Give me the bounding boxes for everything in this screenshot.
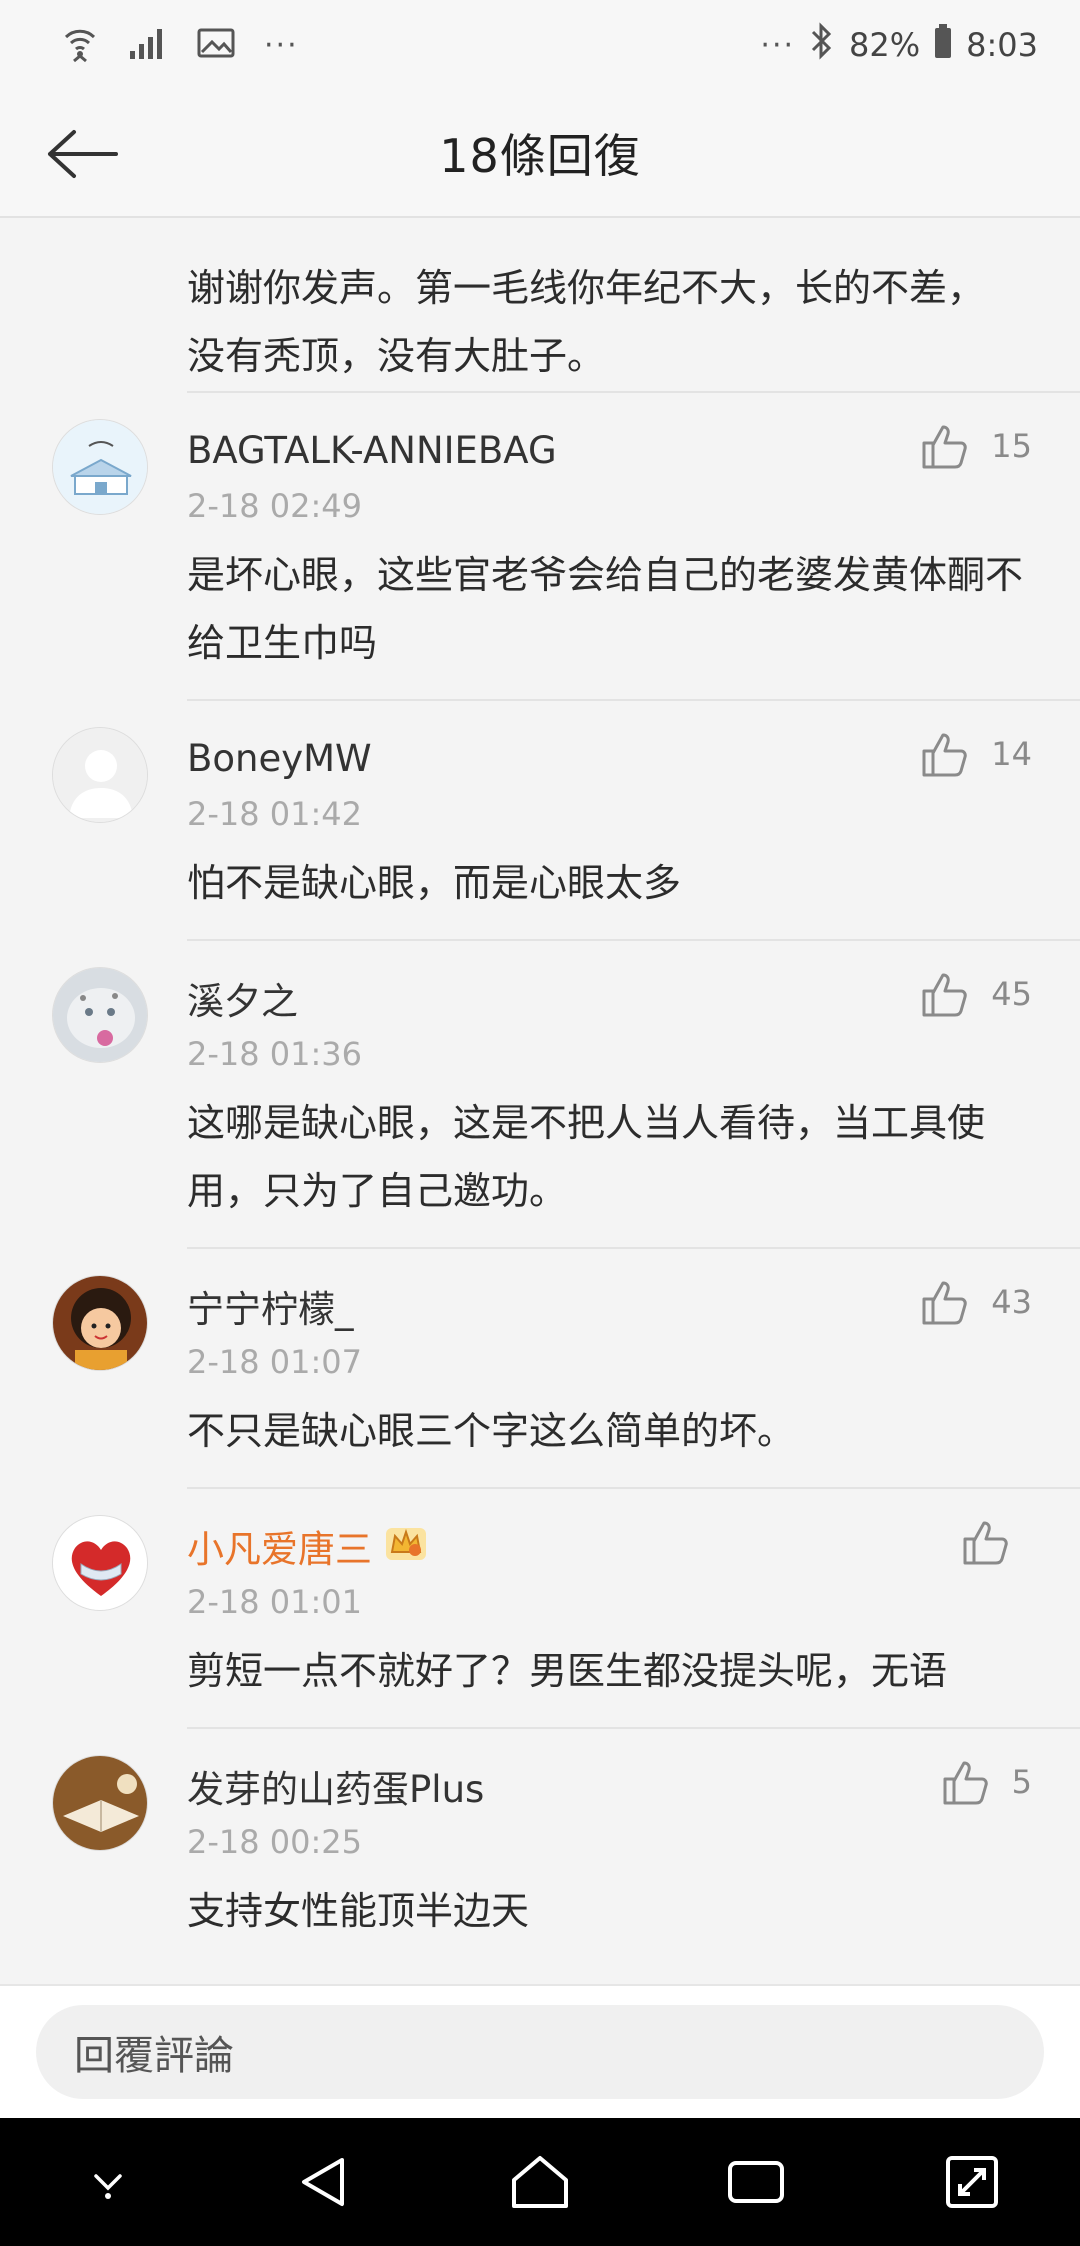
- user-name-text: 小凡爱唐三: [187, 1528, 372, 1571]
- clock-time: 8:03: [966, 26, 1038, 64]
- home-icon: [512, 2156, 568, 2208]
- like-count: 5: [1011, 1763, 1032, 1801]
- like-count: 14: [991, 735, 1032, 773]
- comment-tail: 谢谢你发声。第一毛线你年纪不大，长的不差，没有秃顶，没有大肚子。: [187, 218, 1080, 393]
- back-arrow-icon: [48, 130, 118, 178]
- comment-text: 谢谢你发声。第一毛线你年纪不大，长的不差，没有秃顶，没有大肚子。: [187, 266, 986, 378]
- comment-time: 2-18 02:49: [187, 487, 363, 525]
- battery-icon: [934, 24, 952, 66]
- comment-text: 怕不是缺心眼，而是心眼太多: [187, 861, 682, 905]
- thumbs-up-icon: [963, 1521, 1008, 1565]
- page-header: 18條回復: [0, 90, 1080, 218]
- thumbs-up-icon: [943, 1761, 988, 1805]
- user-avatar[interactable]: [52, 727, 148, 823]
- chevron-down-icon: [94, 2174, 122, 2199]
- comment-time: 2-18 01:01: [187, 1583, 363, 1621]
- comment-item[interactable]: BoneyMW 2-18 01:42 怕不是缺心眼，而是心眼太多 14: [52, 701, 1080, 941]
- like-button[interactable]: 14: [921, 731, 1032, 777]
- comment-item[interactable]: 发芽的山药蛋Plus 2-18 00:25 支持女性能顶半边天 5: [52, 1729, 1080, 1967]
- like-button[interactable]: 5: [942, 1759, 1032, 1805]
- triangle-back-icon: [302, 2158, 344, 2206]
- user-name[interactable]: 小凡爱唐三: [187, 1489, 1080, 1575]
- system-nav-bar: [0, 2118, 1080, 2246]
- user-avatar[interactable]: [52, 419, 148, 515]
- image-icon: [196, 25, 236, 65]
- like-count: 43: [991, 1283, 1032, 1321]
- comment-item[interactable]: 溪夕之 2-18 01:36 这哪是缺心眼，这是不把人当人看待，当工具使用，只为…: [52, 941, 1080, 1249]
- nav-recents-button[interactable]: [708, 2134, 804, 2230]
- comment-item[interactable]: 宁宁柠檬_ 2-18 01:07 不只是缺心眼三个字这么简单的坏。 43: [52, 1249, 1080, 1489]
- thumbs-up-icon: [922, 733, 968, 777]
- user-avatar[interactable]: [52, 1755, 148, 1851]
- comment-list[interactable]: 谢谢你发声。第一毛线你年纪不大，长的不差，没有秃顶，没有大肚子。 BAGTALK…: [0, 218, 1080, 1984]
- thumbs-up-icon: [922, 973, 968, 1017]
- user-avatar[interactable]: [52, 1515, 148, 1611]
- nav-back-button[interactable]: [276, 2134, 372, 2230]
- nav-expand-button[interactable]: [924, 2134, 1020, 2230]
- like-count: 45: [991, 975, 1032, 1013]
- comment-time: 2-18 00:25: [187, 1823, 363, 1861]
- comment-time: 2-18 01:36: [187, 1035, 363, 1073]
- signal-icon: [128, 25, 168, 65]
- like-count: 15: [991, 427, 1032, 465]
- like-button[interactable]: 15: [921, 423, 1032, 469]
- crown-badge-icon: [384, 1522, 428, 1571]
- comment-text: 这哪是缺心眼，这是不把人当人看待，当工具使用，只为了自己邀功。: [187, 1101, 986, 1213]
- recents-icon: [728, 2161, 784, 2203]
- status-more-dots: ···: [264, 27, 299, 63]
- reply-input[interactable]: 回覆評論: [36, 2005, 1044, 2099]
- like-button[interactable]: 45: [921, 971, 1032, 1017]
- hotspot-icon: [60, 23, 100, 67]
- user-avatar[interactable]: [52, 967, 148, 1063]
- expand-icon: [946, 2156, 998, 2208]
- like-button[interactable]: [962, 1519, 1032, 1565]
- page-title: 18條回復: [439, 129, 641, 183]
- user-avatar[interactable]: [52, 1275, 148, 1371]
- like-button[interactable]: 43: [921, 1279, 1032, 1325]
- thumbs-up-icon: [922, 1281, 968, 1325]
- status-right-dots: ···: [760, 27, 796, 63]
- comment-time: 2-18 01:42: [187, 795, 363, 833]
- reply-bar: 回覆評論: [0, 1984, 1080, 2118]
- comment-text: 不只是缺心眼三个字这么简单的坏。: [187, 1409, 796, 1453]
- comment-text: 支持女性能顶半边天: [187, 1889, 530, 1933]
- comment-text: 是坏心眼，这些官老爷会给自己的老婆发黄体酮不给卫生巾吗: [187, 553, 1024, 665]
- status-bar: ··· ··· 82% 8:03: [0, 0, 1080, 90]
- nav-hide-button[interactable]: [60, 2134, 156, 2230]
- nav-home-button[interactable]: [492, 2134, 588, 2230]
- comment-time: 2-18 01:07: [187, 1343, 363, 1381]
- comment-item[interactable]: 小凡爱唐三 2-18 01:01 剪短一点不就好了？男医生都没提头呢，无语: [52, 1489, 1080, 1729]
- back-button[interactable]: [40, 118, 124, 190]
- battery-percent: 82%: [849, 26, 921, 64]
- thumbs-up-icon: [922, 425, 968, 469]
- comment-text: 剪短一点不就好了？男医生都没提头呢，无语: [187, 1649, 948, 1693]
- comment-item[interactable]: BAGTALK-ANNIEBAG 2-18 02:49 是坏心眼，这些官老爷会给…: [52, 393, 1080, 701]
- bluetooth-icon: [809, 22, 835, 68]
